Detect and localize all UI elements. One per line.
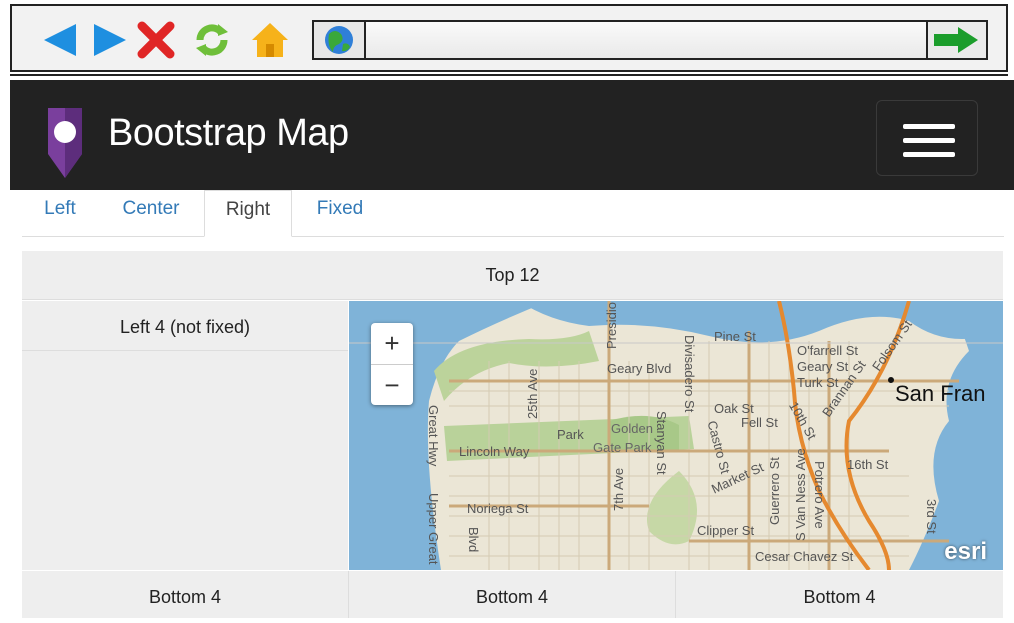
map-street-label: Great Hwy <box>426 405 441 467</box>
home-icon[interactable] <box>250 20 290 60</box>
hamburger-icon <box>903 124 955 129</box>
map-tiles <box>349 301 1003 570</box>
tab-left[interactable]: Left <box>22 190 98 236</box>
map-street-label: Turk St <box>797 375 839 390</box>
forward-arrow-icon[interactable] <box>90 20 130 60</box>
map-street-label: Oak St <box>714 401 754 416</box>
go-arrow-icon <box>934 27 978 53</box>
globe-button[interactable] <box>314 22 366 58</box>
map-park-label: Golden <box>611 421 653 436</box>
city-marker <box>888 377 894 383</box>
tab-fixed[interactable]: Fixed <box>302 190 378 236</box>
map[interactable]: Pine St O'farrell St Geary St Turk St Ge… <box>349 301 1003 570</box>
left-4-cell: Left 4 (not fixed) <box>22 301 348 570</box>
layout-tabs: Left Center Right Fixed <box>22 190 1004 237</box>
navbar: Bootstrap Map <box>10 80 1014 190</box>
zoom-out-button[interactable]: − <box>371 365 413 406</box>
map-street-label: Clipper St <box>697 523 755 538</box>
brand-title[interactable]: Bootstrap Map <box>108 112 349 155</box>
map-park-label: Gate Park <box>593 440 652 455</box>
url-input[interactable] <box>366 22 926 58</box>
map-street-label: Divisadero St <box>682 335 697 413</box>
map-street-label: 3rd St <box>924 499 939 534</box>
back-arrow-icon[interactable] <box>40 20 80 60</box>
map-street-label: Blvd <box>466 527 481 553</box>
browser-toolbar <box>10 4 1008 72</box>
map-street-label: S Van Ness Ave <box>793 448 808 541</box>
zoom-control: + − <box>371 323 413 405</box>
map-street-label: 7th Ave <box>611 467 626 511</box>
bottom-4-cell-3: Bottom 4 <box>676 571 1003 618</box>
left-4-label: Left 4 (not fixed) <box>22 301 348 351</box>
top-12-cell: Top 12 <box>22 251 1003 300</box>
map-street-label: Geary Blvd <box>607 361 672 376</box>
map-pin-logo-icon <box>48 108 82 178</box>
hamburger-icon <box>903 152 955 157</box>
zoom-in-button[interactable]: + <box>371 323 413 365</box>
map-street-label: O'farrell St <box>797 343 858 358</box>
map-street-label: Stanyan St <box>654 411 669 475</box>
hamburger-icon <box>903 138 955 143</box>
navbar-toggle-button[interactable] <box>876 100 978 176</box>
city-label: San Fran <box>895 381 986 406</box>
address-bar <box>312 20 988 60</box>
tab-right[interactable]: Right <box>204 190 292 237</box>
map-street-label: Pine St <box>714 329 756 344</box>
map-street-label: Fell St <box>741 415 778 430</box>
map-street-label: Presidio Blvd <box>604 301 619 349</box>
toolbar-divider <box>10 74 1008 76</box>
globe-icon <box>325 26 353 54</box>
map-street-label: Lincoln Way <box>459 444 530 459</box>
tab-center[interactable]: Center <box>106 190 196 236</box>
map-street-label: Noriega St <box>467 501 529 516</box>
map-street-label: Upper Great <box>426 493 441 565</box>
bottom-4-cell-2: Bottom 4 <box>349 571 676 618</box>
map-street-label: Geary St <box>797 359 849 374</box>
map-street-label: 25th Ave <box>525 368 540 419</box>
map-street-label: Guerrero St <box>767 457 782 525</box>
go-button[interactable] <box>926 22 986 58</box>
bottom-4-cell-1: Bottom 4 <box>22 571 349 618</box>
map-street-label: Potrero Ave <box>812 461 827 529</box>
stop-x-icon[interactable] <box>136 20 176 60</box>
map-street-label: Park <box>557 427 584 442</box>
refresh-icon[interactable] <box>192 20 232 60</box>
esri-attribution: esri <box>944 538 987 565</box>
map-street-label: Cesar Chavez St <box>755 549 854 564</box>
map-street-label: 16th St <box>847 457 889 472</box>
